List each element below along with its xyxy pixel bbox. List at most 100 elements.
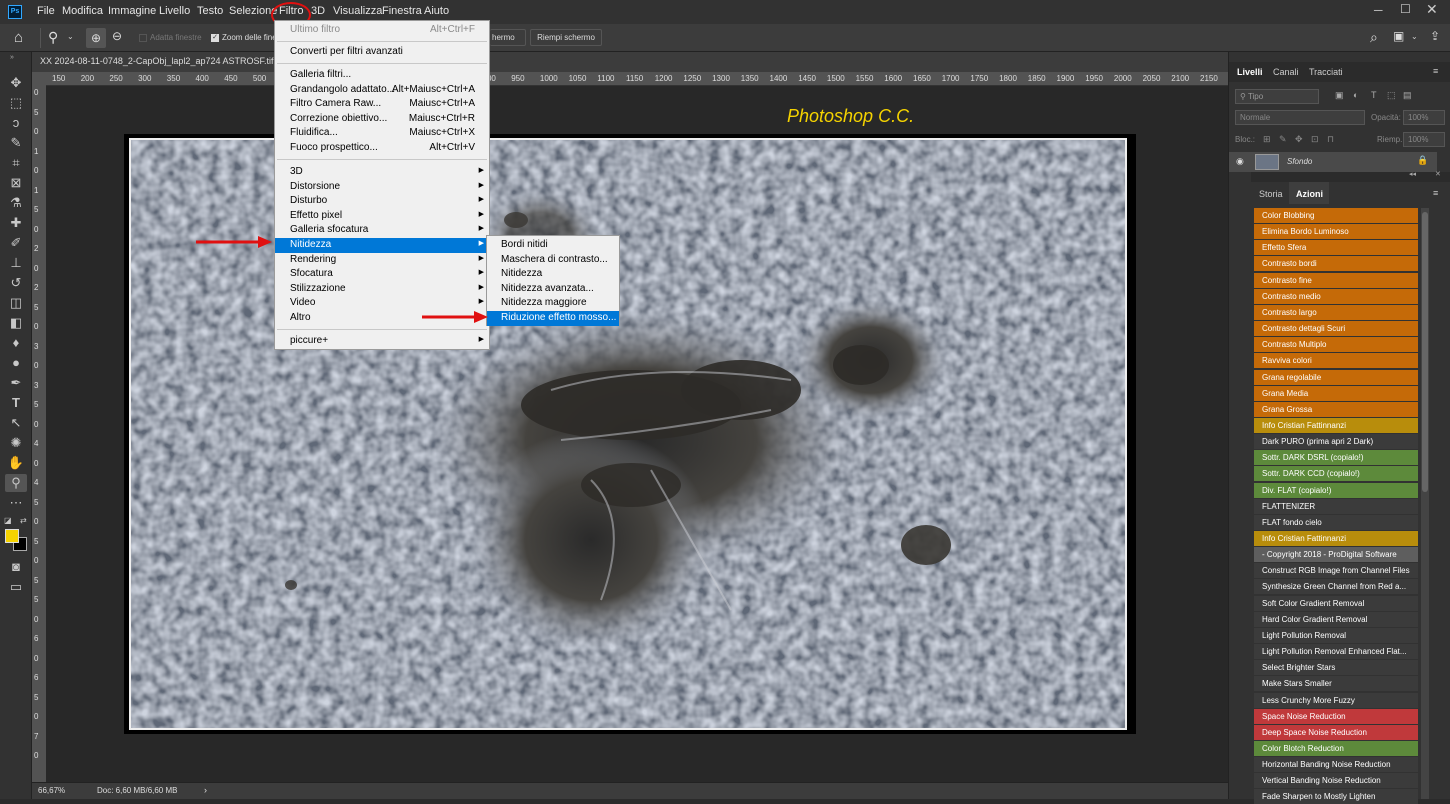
action-item[interactable]: Elimina Bordo Luminoso [1254, 224, 1418, 240]
status-arrow-icon[interactable]: › [204, 785, 207, 795]
menu-item[interactable]: Grandangolo adattato... Alt+Maiusc+Ctrl+A [275, 83, 489, 98]
action-item[interactable]: Space Noise Reduction [1254, 708, 1418, 724]
action-item[interactable]: Sottr. DARK DSRL (copialo!) [1254, 450, 1418, 466]
collapse-panels-icon[interactable]: ◂◂ [1409, 170, 1416, 178]
frame-tool-icon[interactable]: ⊠ [5, 174, 27, 192]
chevron-down-icon[interactable]: ⌄ [1411, 32, 1418, 41]
healing-tool-icon[interactable]: ✚ [5, 214, 27, 232]
quick-select-tool-icon[interactable]: ✎ [5, 134, 27, 152]
action-item[interactable]: Sottr. DARK CCD (copialo!) [1254, 466, 1418, 482]
action-item[interactable]: Hard Color Gradient Removal [1254, 611, 1418, 627]
pen-tool-icon[interactable]: ✒ [5, 374, 27, 392]
panel-menu-icon[interactable]: ≡ [1433, 66, 1438, 76]
action-item[interactable]: Contrasto dettagli Scuri [1254, 321, 1418, 337]
filter-adjust-icon[interactable]: ◐ [1353, 90, 1358, 100]
zoom-tool-icon[interactable]: ⚲ [48, 29, 58, 46]
chevron-down-icon[interactable]: ⌄ [67, 32, 74, 41]
move-tool-icon[interactable]: ✥ [5, 74, 27, 92]
action-item[interactable]: Deep Space Noise Reduction [1254, 724, 1418, 740]
tab-channels[interactable]: Canali [1273, 67, 1299, 77]
stamp-tool-icon[interactable]: ⊥ [5, 254, 27, 272]
action-item[interactable]: Grana regolabile [1254, 369, 1418, 385]
action-item[interactable]: Effetto Sfera [1254, 240, 1418, 256]
workspace-icon[interactable]: ▣ [1393, 29, 1404, 43]
menu-item-disturbo[interactable]: Disturbo ▶ [275, 194, 489, 209]
menu-item[interactable]: Fuoco prospettico... Alt+Ctrl+V [275, 141, 489, 156]
action-item[interactable]: Light Pollution Removal Enhanced Flat... [1254, 644, 1418, 660]
menu-item[interactable]: Fluidifica... Maiusc+Ctrl+X [275, 126, 489, 141]
action-item[interactable]: Color Blotch Reduction [1254, 740, 1418, 756]
action-item[interactable]: Contrasto bordi [1254, 256, 1418, 272]
home-icon[interactable]: ⌂ [14, 29, 23, 46]
crop-tool-icon[interactable]: ⌗ [5, 154, 27, 172]
history-brush-tool-icon[interactable]: ↺ [5, 274, 27, 292]
zoom-out-button[interactable]: ⊖ [112, 29, 122, 43]
submenu-item[interactable]: Maschera di contrasto... [487, 253, 619, 268]
menu-file[interactable]: File [37, 5, 55, 17]
eye-icon[interactable]: ◉ [1236, 156, 1244, 167]
hand-tool-icon[interactable]: ✋ [5, 454, 27, 472]
layer-row[interactable]: ◉ Sfondo 🔒 [1229, 152, 1437, 172]
document-tab[interactable]: XX 2024-08-11-0748_2-CapObj_lapl2_ap724 … [32, 52, 1228, 72]
menu-livello[interactable]: Livello [159, 5, 190, 17]
screen-mode-icon[interactable]: ▭ [5, 578, 27, 596]
actions-scroll-thumb[interactable] [1422, 212, 1428, 492]
action-item[interactable]: Vertical Banding Noise Reduction [1254, 773, 1418, 789]
action-item[interactable]: Fade Sharpen to Mostly Lighten [1254, 789, 1418, 804]
action-item[interactable]: Color Blobbing [1254, 208, 1418, 223]
lock-paint-icon[interactable]: ✎ [1279, 134, 1287, 145]
lock-all-icon[interactable]: ⊓ [1327, 134, 1334, 145]
fill-input[interactable]: 100% [1403, 132, 1445, 147]
filter-pixel-icon[interactable]: ▣ [1335, 90, 1344, 101]
default-colors-icon[interactable]: ◪ [4, 516, 12, 525]
maximize-icon[interactable]: ☐ [1400, 2, 1411, 16]
submenu-item[interactable]: Nitidezza avanzata... [487, 282, 619, 297]
action-item[interactable]: Less Crunchy More Fuzzy [1254, 692, 1418, 708]
menu-item-rendering[interactable]: Rendering ▶ [275, 253, 489, 268]
zoom-level[interactable]: 66,67% [38, 786, 65, 795]
action-item[interactable]: Contrasto medio [1254, 288, 1418, 304]
action-item[interactable]: FLAT fondo cielo [1254, 514, 1418, 530]
action-item[interactable]: Grana Grossa [1254, 401, 1418, 417]
lock-position-icon[interactable]: ✥ [1295, 134, 1303, 145]
action-item[interactable]: - Copyright 2018 - ProDigital Software [1254, 547, 1418, 563]
blur-tool-icon[interactable]: ♦ [5, 334, 27, 352]
lock-pixels-icon[interactable]: ⊞ [1263, 134, 1271, 145]
dodge-tool-icon[interactable]: ● [5, 354, 27, 372]
menu-item-distorsione[interactable]: Distorsione ▶ [275, 180, 489, 195]
menu-item-stilizzazione[interactable]: Stilizzazione ▶ [275, 282, 489, 297]
eyedropper-tool-icon[interactable]: ⚗ [5, 194, 27, 212]
tab-layers[interactable]: Livelli [1237, 67, 1263, 77]
opacity-input[interactable]: 100% [1403, 110, 1445, 125]
menu-item[interactable]: Correzione obiettivo... Maiusc+Ctrl+R [275, 112, 489, 127]
action-item[interactable]: Grana Media [1254, 385, 1418, 401]
action-item[interactable]: Info Cristian Fattinnanzi [1254, 417, 1418, 433]
swap-colors-icon[interactable]: ⇄ [20, 516, 27, 525]
action-item[interactable]: Ravviva colori [1254, 353, 1418, 369]
zoom-windows-checkbox[interactable]: ✓ [211, 34, 219, 42]
menu-item-nitidezza[interactable]: Nitidezza ▶ [275, 238, 489, 253]
minimize-icon[interactable]: ─ [1374, 3, 1383, 17]
type-tool-icon[interactable]: T [5, 394, 27, 412]
tab-actions[interactable]: Azioni [1296, 189, 1323, 199]
action-item[interactable]: Contrasto largo [1254, 304, 1418, 320]
fit-screen-button[interactable]: hermo [490, 29, 526, 46]
collapse-icon[interactable]: » [10, 54, 14, 61]
adapt-checkbox[interactable] [139, 34, 147, 42]
action-item[interactable]: FLATTENIZER [1254, 498, 1418, 514]
action-item[interactable]: Div. FLAT (copialo!) [1254, 482, 1418, 498]
submenu-item[interactable]: Nitidezza [487, 267, 619, 282]
menu-item-effetto-pixel[interactable]: Effetto pixel ▶ [275, 209, 489, 224]
submenu-item[interactable]: Bordi nitidi [487, 238, 619, 253]
path-select-tool-icon[interactable]: ↖ [5, 414, 27, 432]
menu-3d[interactable]: 3D [311, 5, 325, 17]
gradient-tool-icon[interactable]: ◧ [5, 314, 27, 332]
submenu-item[interactable]: Riduzione effetto mosso... [487, 311, 619, 326]
close-panel-icon[interactable]: ✕ [1435, 170, 1441, 178]
zoom-tool-icon[interactable]: ⚲ [5, 474, 27, 492]
more-tools-icon[interactable]: ⋯ [5, 494, 27, 512]
menu-item-galleria-sfocatura[interactable]: Galleria sfocatura ▶ [275, 223, 489, 238]
eraser-tool-icon[interactable]: ◫ [5, 294, 27, 312]
tab-history[interactable]: Storia [1259, 189, 1283, 199]
filter-smart-icon[interactable]: ▤ [1403, 90, 1412, 101]
